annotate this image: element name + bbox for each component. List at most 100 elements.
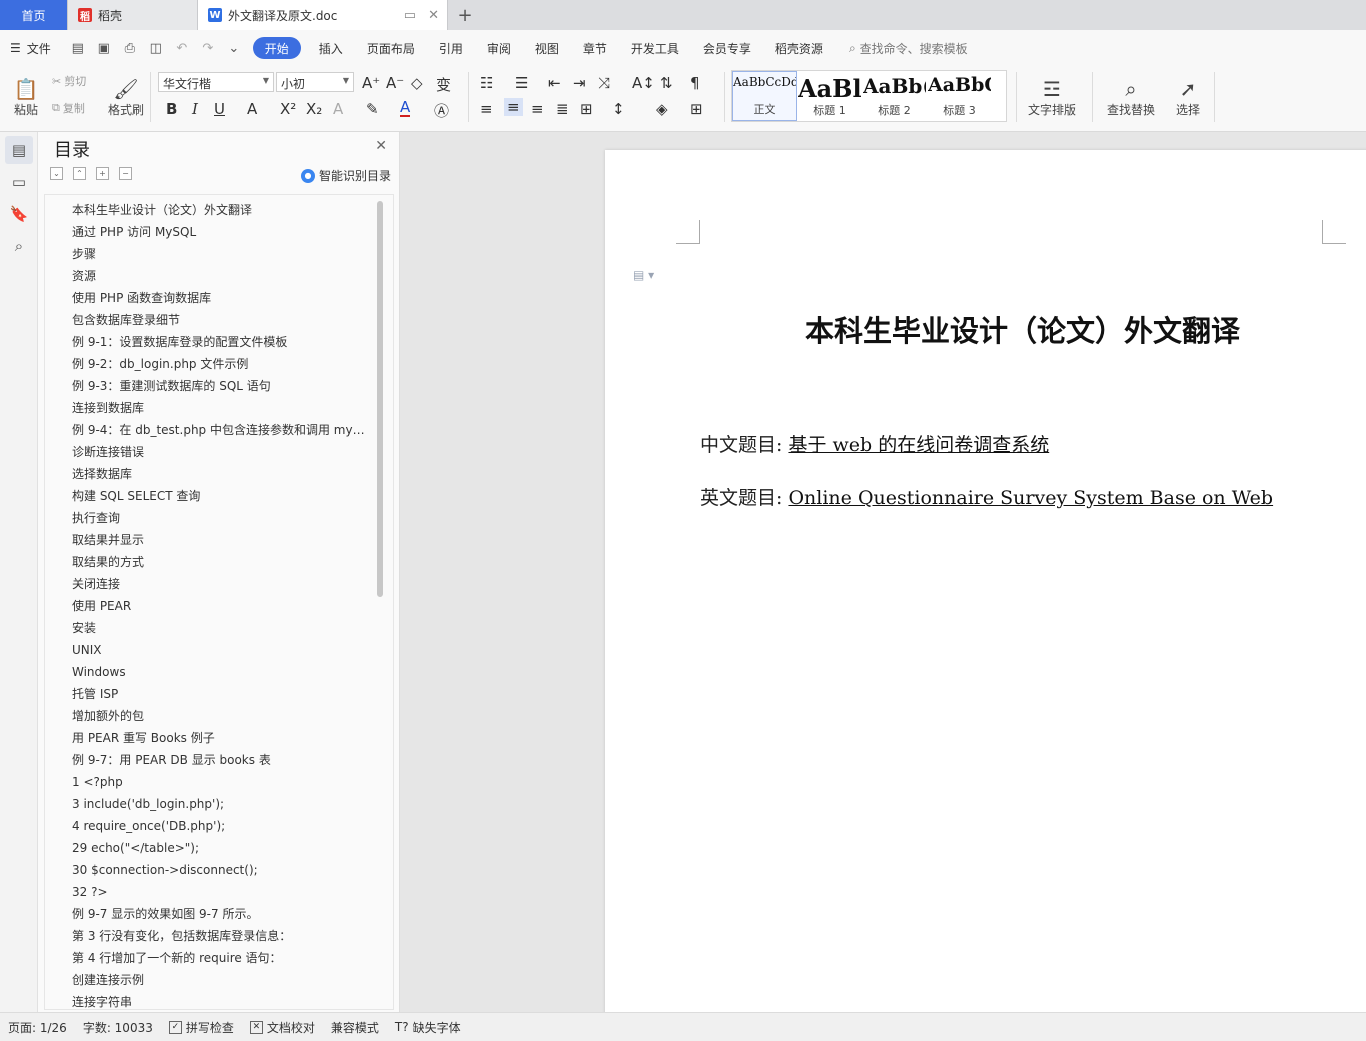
text-effect-icon[interactable]: A [333, 100, 343, 118]
toc-item[interactable]: 例 9-2：db_login.php 文件示例 [45, 353, 370, 375]
menu-tab-8[interactable]: 会员专享 [691, 37, 763, 59]
toc-item[interactable]: 取结果的方式 [45, 551, 370, 573]
toc-item[interactable]: 第 4 行增加了一个新的 require 语句： [45, 947, 370, 969]
toc-item[interactable]: 诊断连接错误 [45, 441, 370, 463]
toc-item[interactable]: 例 9-7：用 PEAR DB 显示 books 表 [45, 749, 370, 771]
sort-icon[interactable]: ⇅ [660, 74, 673, 92]
bold-icon[interactable]: B [166, 100, 177, 118]
style-1[interactable]: AaBl 标题 1 [797, 71, 862, 121]
underline-icon[interactable]: U [214, 100, 225, 118]
toc-item[interactable]: 本科生毕业设计（论文）外文翻译 [45, 199, 370, 221]
spell-check-button[interactable]: ✓ 拼写检查 [161, 1019, 242, 1036]
expand-all-icon[interactable]: ⌄ [50, 167, 63, 180]
borders-icon[interactable]: ⊞ [690, 100, 703, 118]
redo-icon[interactable]: ↷ [200, 40, 216, 56]
more-chevron-icon[interactable]: ⌄ [226, 40, 242, 56]
clear-format-icon[interactable]: ◇ [411, 74, 423, 92]
numbered-list-icon[interactable]: ☰ [515, 74, 528, 92]
toc-item[interactable]: 使用 PHP 函数查询数据库 [45, 287, 370, 309]
toc-item[interactable]: 资源 [45, 265, 370, 287]
outline-pane-icon[interactable]: ▤ [5, 136, 33, 164]
menu-tab-3[interactable]: 引用 [427, 37, 475, 59]
undo-icon[interactable]: ↶ [174, 40, 190, 56]
font-family-select[interactable]: 华文行楷 ▼ [158, 72, 274, 92]
shading-icon[interactable]: ◈ [656, 100, 668, 118]
toc-item[interactable]: 安装 [45, 617, 370, 639]
copy-button[interactable]: ⧉ 复制 [52, 99, 85, 117]
paste-button[interactable]: 📋 粘贴 [8, 70, 44, 124]
bullet-list-icon[interactable]: ☷ [480, 74, 493, 92]
chapter-nav-icon[interactable]: ▭ [5, 168, 33, 196]
close-icon[interactable]: ✕ [428, 8, 439, 23]
tab-document[interactable]: W 外文翻译及原文.doc ▭ ✕ [198, 0, 448, 30]
tab-docer[interactable]: 稻 稻壳 [68, 0, 198, 30]
align-right-icon[interactable]: ≡ [531, 100, 544, 118]
menu-tab-1[interactable]: 插入 [307, 37, 355, 59]
style-3[interactable]: AaBbC 标题 3 [927, 71, 992, 121]
line-spacing-icon[interactable]: ↕ [612, 100, 625, 118]
chinese-layout-icon[interactable]: ⤨ [598, 74, 610, 92]
menu-tab-7[interactable]: 开发工具 [619, 37, 691, 59]
align-left-icon[interactable]: ≡ [480, 100, 493, 118]
menu-tab-2[interactable]: 页面布局 [355, 37, 427, 59]
bookmark-icon[interactable]: 🔖 [5, 200, 33, 228]
smart-toc-button[interactable]: ● 智能识别目录 [300, 167, 391, 184]
toc-item[interactable]: 1 <?php [45, 771, 370, 793]
superscript-icon[interactable]: X² [280, 100, 296, 118]
command-search[interactable]: ⌕ 查找命令、搜索模板 [849, 40, 968, 57]
toc-item[interactable]: 第 3 行没有变化，包括数据库登录信息： [45, 925, 370, 947]
subscript-icon[interactable]: X₂ [306, 100, 322, 118]
text-direction-icon[interactable]: A↕ [632, 74, 655, 92]
menu-tab-5[interactable]: 视图 [523, 37, 571, 59]
close-icon[interactable]: ✕ [375, 138, 387, 154]
toc-item[interactable]: 托管 ISP [45, 683, 370, 705]
menu-tab-0[interactable]: 开始 [252, 37, 301, 59]
decrease-indent-icon[interactable]: ⇤ [548, 74, 561, 92]
align-center-icon[interactable]: ≡ [504, 98, 523, 116]
file-menu-button[interactable]: ☰ 文件 [10, 40, 51, 57]
tab-pin-icon[interactable]: ▭ [404, 8, 416, 23]
justify-icon[interactable]: ≣ [556, 100, 569, 118]
word-count[interactable]: 字数: 10033 [75, 1019, 161, 1036]
toc-scrollbar[interactable] [377, 201, 383, 597]
toc-item[interactable]: 选择数据库 [45, 463, 370, 485]
toc-item[interactable]: 创建连接示例 [45, 969, 370, 991]
toc-item[interactable]: 关闭连接 [45, 573, 370, 595]
style-0[interactable]: AaBbCcDd 正文 [732, 71, 797, 121]
demote-icon[interactable]: − [119, 167, 132, 180]
toc-item[interactable]: 包含数据库登录细节 [45, 309, 370, 331]
print-icon[interactable]: ⎙ [122, 40, 138, 56]
new-tab-button[interactable]: + [448, 0, 482, 30]
page-count[interactable]: 页面: 1/26 [0, 1019, 75, 1036]
toc-item[interactable]: 3 include('db_login.php'); [45, 793, 370, 815]
format-painter-button[interactable]: 🖌 格式刷 [106, 70, 146, 124]
promote-icon[interactable]: + [96, 167, 109, 180]
proofread-button[interactable]: ✕ 文档校对 [242, 1019, 323, 1036]
toc-item[interactable]: 29 echo("</table>"); [45, 837, 370, 859]
select-button[interactable]: ➚ 选择 [1168, 70, 1208, 124]
toc-item[interactable]: 用 PEAR 重写 Books 例子 [45, 727, 370, 749]
toc-item[interactable]: 步骤 [45, 243, 370, 265]
show-marks-icon[interactable]: ¶ [690, 74, 700, 92]
toc-item[interactable]: 4 require_once('DB.php'); [45, 815, 370, 837]
grow-font-icon[interactable]: A⁺ [362, 74, 380, 92]
char-border-icon[interactable]: Ⓐ [434, 100, 449, 121]
toc-item[interactable]: 取结果并显示 [45, 529, 370, 551]
paragraph-options-icon[interactable]: ▤ ▾ [633, 268, 654, 282]
toc-item[interactable]: Windows [45, 661, 370, 683]
toc-item[interactable]: 例 9-1：设置数据库登录的配置文件模板 [45, 331, 370, 353]
phonetic-guide-icon[interactable]: 变 [436, 74, 451, 95]
toc-item[interactable]: 连接字符串 [45, 991, 370, 1009]
strikethrough-icon[interactable]: A [247, 100, 257, 118]
toc-item[interactable]: 例 9-3：重建测试数据库的 SQL 语句 [45, 375, 370, 397]
collapse-all-icon[interactable]: ⌃ [73, 167, 86, 180]
toc-item[interactable]: 32 ?> [45, 881, 370, 903]
cut-button[interactable]: ✂ 剪切 [52, 72, 86, 90]
print-preview-icon[interactable]: ◫ [148, 40, 164, 56]
italic-icon[interactable]: I [192, 100, 198, 118]
export-pdf-icon[interactable]: ▣ [96, 40, 112, 56]
font-color-icon[interactable]: A [400, 100, 411, 117]
toc-item[interactable]: 例 9-4：在 db_test.php 中包含连接参数和调用 mysql_con… [45, 419, 370, 441]
find-replace-button[interactable]: ⌕ 查找替换 [1100, 70, 1162, 124]
shrink-font-icon[interactable]: A⁻ [386, 74, 404, 92]
